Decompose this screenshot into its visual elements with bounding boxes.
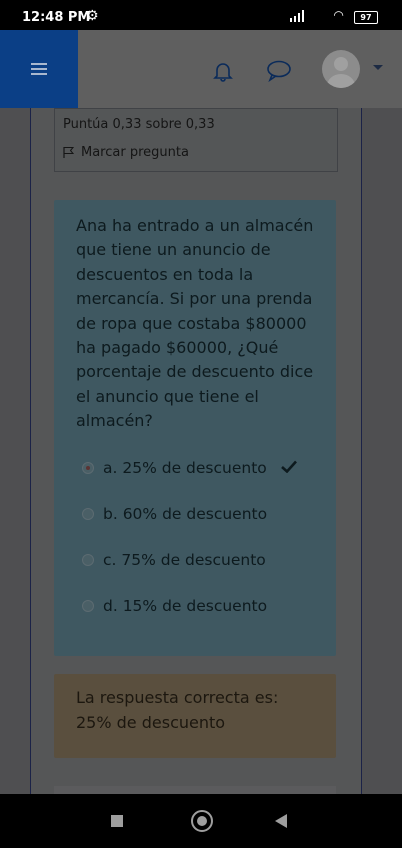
app-header — [0, 30, 402, 108]
wifi-icon: ◠ — [334, 8, 344, 22]
avatar[interactable] — [322, 50, 360, 88]
settings-status-icon: ⚙ — [86, 8, 99, 24]
home-icon[interactable] — [191, 810, 213, 832]
option-label: b. 60% de descuento — [103, 505, 268, 523]
flag-icon — [63, 147, 75, 158]
question-box: Ana ha entrado a un almacén que tiene un… — [54, 200, 336, 656]
status-time: 12:48 PM — [22, 10, 91, 25]
question-text: Ana ha entrado a un almacén que tiene un… — [76, 216, 314, 431]
signal-icon — [290, 10, 304, 22]
feedback-text: La respuesta correcta es: 25% de descuen… — [76, 688, 279, 732]
chevron-down-icon[interactable] — [373, 65, 383, 70]
bell-icon — [213, 63, 233, 82]
flag-question-link[interactable]: Marcar pregunta — [63, 145, 189, 160]
check-icon — [280, 459, 297, 477]
status-bar: 12:48 PM ⚙ ◠ 97 — [0, 0, 402, 30]
option-c[interactable]: c. 75% de descuento — [82, 548, 266, 572]
option-b[interactable]: b. 60% de descuento — [82, 502, 267, 526]
option-d[interactable]: d. 15% de descuento — [82, 594, 267, 618]
radio-option-d[interactable] — [82, 600, 94, 612]
option-label: a. 25% de descuento — [103, 459, 267, 477]
option-label: c. 75% de descuento — [103, 551, 266, 569]
option-label: d. 15% de descuento — [103, 597, 268, 615]
back-icon[interactable] — [275, 814, 287, 828]
flag-label: Marcar pregunta — [81, 145, 189, 160]
chat-icon — [267, 60, 291, 83]
system-nav-bar — [0, 794, 402, 848]
menu-icon — [31, 68, 47, 70]
main-content: Puntúa 0,33 sobre 0,33 Marcar pregunta A… — [0, 108, 402, 794]
radio-option-c[interactable] — [82, 554, 94, 566]
menu-button[interactable] — [0, 30, 78, 108]
battery-icon: 97 — [354, 11, 378, 24]
score-text: Puntúa 0,33 sobre 0,33 — [63, 117, 215, 132]
messages-button[interactable] — [266, 60, 292, 86]
next-question-card — [54, 786, 336, 794]
option-a[interactable]: a. 25% de descuento — [82, 456, 297, 480]
correct-answer-feedback: La respuesta correcta es: 25% de descuen… — [54, 674, 336, 758]
radio-option-b[interactable] — [82, 508, 94, 520]
radio-option-a[interactable] — [82, 462, 94, 474]
recents-icon[interactable] — [111, 815, 123, 827]
question-info: Puntúa 0,33 sobre 0,33 Marcar pregunta — [54, 108, 338, 172]
notifications-button[interactable] — [212, 60, 234, 86]
